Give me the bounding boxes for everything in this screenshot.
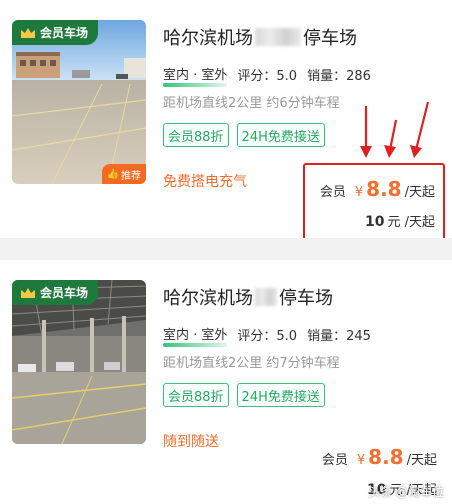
crown-icon (21, 27, 35, 38)
location-type: 室内 · 室外 (163, 324, 228, 347)
title-prefix: 哈尔滨机场 (163, 288, 253, 309)
title-suffix: 停车场 (303, 28, 357, 49)
listing-title[interactable]: 哈尔滨机场 停车场 (163, 284, 333, 310)
redacted-text (255, 288, 277, 306)
regular-price: 10 (365, 214, 385, 230)
listing-thumbnail[interactable]: 会员车场 (12, 280, 146, 444)
member-price: 8.8 (368, 445, 404, 469)
recommend-badge: 👍 推荐 (101, 164, 146, 184)
listing-meta: 室内 · 室外 评分：5.0 销量：245 (163, 324, 371, 347)
sales-count: 销量：245 (307, 329, 371, 344)
distance-info: 距机场直线2公里 约7分钟车程 (163, 356, 340, 371)
regular-price-unit: 元 /天起 (387, 215, 435, 230)
annotation-arrows (360, 101, 430, 158)
sales-count: 销量：286 (307, 69, 371, 84)
tag-list: 会员88折 24H免费接送 (163, 383, 325, 407)
parking-listing-card[interactable]: 会员车场 👍 推荐 哈尔滨机场 停车场 室内 · 室外 评分：5.0 销量：286… (0, 0, 452, 241)
member-lot-label: 会员车场 (40, 286, 89, 300)
parking-listing-card[interactable]: 会员车场 哈尔滨机场 停车场 室内 · 室外 评分：5.0 销量：245 距机场直… (0, 260, 452, 504)
listing-title[interactable]: 哈尔滨机场 停车场 (163, 24, 357, 50)
tag-shuttle: 24H免费接送 (236, 383, 325, 407)
redacted-text (255, 28, 301, 46)
member-price-line: 会员 ¥ 8.8 /天起 (320, 177, 435, 201)
tag-discount: 会员88折 (163, 123, 229, 147)
card-separator (0, 238, 452, 260)
title-prefix: 哈尔滨机场 (163, 28, 253, 49)
listing-meta: 室内 · 室外 评分：5.0 销量：286 (163, 64, 371, 87)
currency-symbol: ¥ (354, 185, 364, 200)
regular-price-line: 10 元 /天起 (365, 211, 435, 230)
toutiao-logo-icon (348, 483, 364, 500)
rating: 评分：5.0 (237, 69, 298, 84)
currency-symbol: ¥ (356, 453, 366, 468)
rating: 评分：5.0 (237, 329, 298, 344)
listing-thumbnail[interactable]: 会员车场 👍 推荐 (12, 20, 146, 184)
member-price-unit: /天起 (406, 453, 437, 468)
member-price-unit: /天起 (404, 185, 435, 200)
watermark-text: 头条 @淘车位 (368, 485, 444, 499)
member-lot-label: 会员车场 (40, 26, 89, 40)
perk-text: 随到随送 (163, 434, 219, 450)
price-box-highlighted: 会员 ¥ 8.8 /天起 10 元 /天起 (303, 163, 445, 241)
tag-shuttle: 24H免费接送 (236, 123, 325, 147)
member-label: 会员 (321, 453, 348, 468)
member-label: 会员 (319, 185, 346, 200)
location-type: 室内 · 室外 (163, 64, 228, 87)
title-suffix: 停车场 (279, 288, 333, 309)
member-lot-badge: 会员车场 (12, 280, 99, 305)
perk-text: 免费搭电充气 (163, 174, 247, 190)
tag-list: 会员88折 24H免费接送 (163, 123, 325, 147)
member-price: 8.8 (366, 177, 402, 201)
member-price-line: 会员 ¥ 8.8 /天起 (322, 445, 437, 469)
distance-info: 距机场直线2公里 约6分钟车程 (163, 96, 340, 111)
recommend-label: 推荐 (121, 170, 141, 182)
member-lot-badge: 会员车场 (12, 20, 99, 45)
crown-icon (21, 287, 35, 298)
watermark: 头条 @淘车位 (348, 483, 444, 500)
tag-discount: 会员88折 (163, 383, 229, 407)
thumbs-up-icon: 👍 (106, 168, 119, 180)
